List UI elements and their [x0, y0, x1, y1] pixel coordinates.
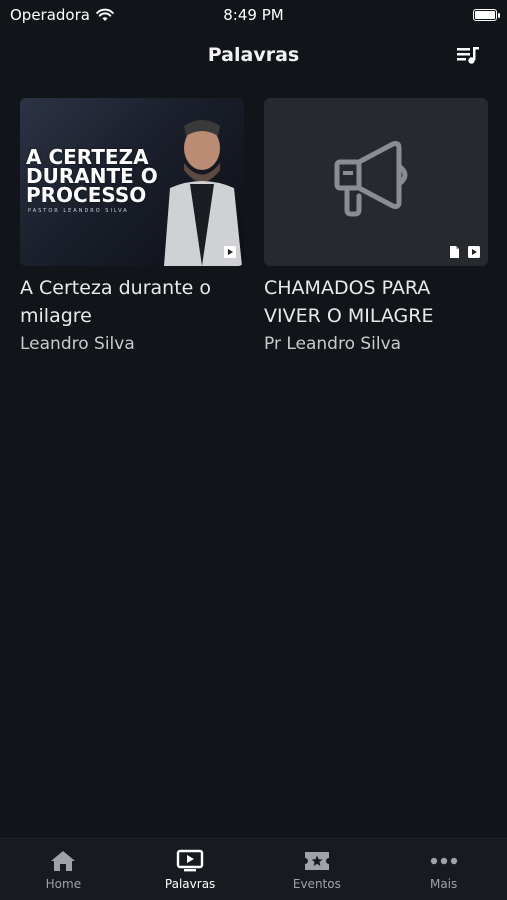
video-icon — [176, 849, 204, 872]
sermon-author: Leandro Silva — [20, 334, 135, 354]
sermon-card[interactable]: CHAMADOS PARA VIVER O MILAGRE Pr Leandro… — [264, 98, 488, 354]
play-icon — [468, 246, 480, 258]
tab-palavras[interactable]: Palavras — [127, 839, 253, 900]
tab-home[interactable]: Home — [0, 839, 126, 900]
nav-header: Palavras — [0, 30, 507, 80]
sermon-card[interactable]: A CERTEZA DURANTE O PROCESSO PASTOR LEAN… — [20, 98, 244, 354]
tab-label: Eventos — [292, 877, 341, 891]
page-title: Palavras — [207, 44, 300, 66]
home-icon — [51, 851, 76, 871]
tab-label: Mais — [429, 877, 458, 891]
status-bar: Operadora 8:49 PM — [0, 0, 507, 30]
tab-mais[interactable]: Mais — [381, 839, 507, 900]
carrier-label: Operadora — [10, 6, 90, 24]
sermon-title[interactable]: A Certeza durante o milagre — [20, 274, 244, 330]
megaphone-icon — [334, 141, 408, 217]
media-badges — [224, 246, 236, 258]
tab-label: Palavras — [164, 877, 216, 891]
queue-music-icon[interactable] — [455, 43, 481, 67]
clock: 8:49 PM — [223, 6, 284, 24]
sermon-title[interactable]: CHAMADOS PARA VIVER O MILAGRE — [264, 274, 488, 330]
ticket-star-icon — [304, 852, 329, 870]
media-badges — [448, 246, 480, 258]
sermon-author: Pr Leandro Silva — [264, 334, 402, 354]
speaker-photo — [164, 120, 242, 266]
sermon-grid: A CERTEZA DURANTE O PROCESSO PASTOR LEAN… — [20, 98, 488, 354]
tab-eventos[interactable]: Eventos — [254, 839, 380, 900]
tab-bar: Home Palavras Eventos Mais — [0, 838, 507, 900]
wifi-icon — [96, 8, 114, 21]
thumbnail-headline: A CERTEZA DURANTE O PROCESSO — [26, 145, 158, 207]
sermon-thumbnail[interactable]: A CERTEZA DURANTE O PROCESSO PASTOR LEAN… — [20, 98, 244, 266]
document-icon — [450, 246, 459, 258]
more-dots-icon — [430, 857, 457, 865]
thumbnail-subtitle: PASTOR LEANDRO SILVA — [28, 208, 129, 214]
tab-label: Home — [45, 877, 82, 891]
battery-icon — [473, 9, 500, 21]
play-icon — [224, 246, 236, 258]
sermon-thumbnail[interactable] — [264, 98, 488, 266]
